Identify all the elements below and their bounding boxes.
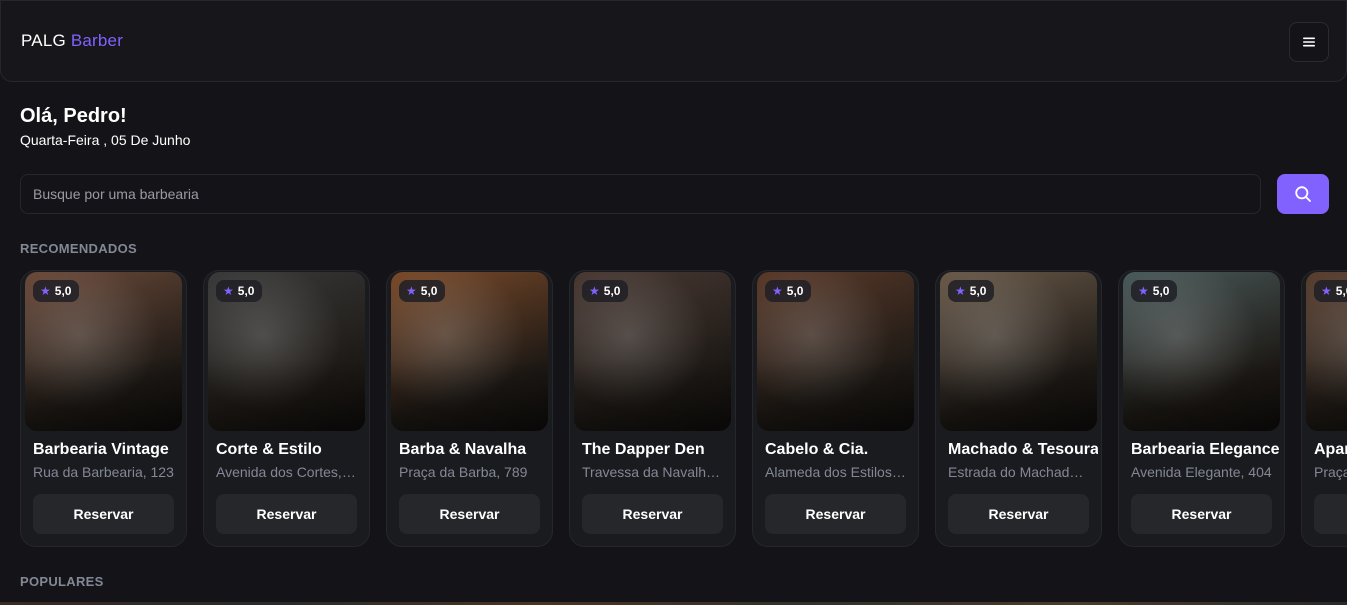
barbershop-card[interactable]: ★ 5,0 Barba & Navalha Praça da Barba, 789 Re… — [386, 270, 553, 547]
barbershop-address: Praça da Barba, 789 — [399, 464, 528, 480]
search-icon — [1295, 186, 1311, 202]
app-logo[interactable]: PALG Barber — [21, 31, 123, 51]
star-icon: ★ — [1138, 284, 1149, 298]
logo-main-text: PALG — [21, 31, 66, 50]
barbershop-photo: ★5,0 — [208, 272, 365, 431]
star-icon: ★ — [223, 284, 234, 298]
rating-badge: ★5,0 — [765, 280, 812, 302]
barbershop-address: Alameda dos Estilos, 202 — [765, 464, 908, 480]
menu-icon — [1303, 37, 1315, 47]
rating-badge: ★5,0 — [948, 280, 995, 302]
rating-badge: ★5,0 — [1131, 280, 1178, 302]
star-icon: ★ — [1321, 284, 1332, 298]
barbershop-card[interactable]: ★ 5,0 Cabelo & Cia. Alameda dos Estilos, 20… — [752, 270, 919, 547]
rating-value: 5,0 — [603, 284, 621, 298]
barbershop-photo: ★5,0 — [1306, 272, 1347, 431]
star-icon: ★ — [955, 284, 966, 298]
greeting-title: Olá, Pedro! — [20, 105, 127, 127]
barbershop-photo: ★5,0 — [391, 272, 548, 431]
barbershop-photo: ★5,0 — [574, 272, 731, 431]
recommended-carousel[interactable]: ★ 5,0 Barbearia Vintage Rua da Barbearia, 1… — [20, 270, 1347, 548]
barbershop-name: Machado & Tesoura — [948, 441, 1098, 458]
search-input[interactable] — [20, 174, 1261, 214]
barbershop-name: Cabelo & Cia. — [765, 441, 869, 458]
rating-badge: ★5,0 — [33, 280, 80, 302]
star-icon: ★ — [40, 284, 51, 298]
reserve-button[interactable]: Reservar — [582, 494, 723, 534]
rating-value: 5,0 — [420, 284, 438, 298]
search-button[interactable] — [1277, 174, 1329, 214]
barbershop-card[interactable]: ★5,0 The Dapper Den Travessa da Navalha, 1… — [569, 270, 736, 547]
recommended-section-title: RECOMENDADOS — [20, 241, 137, 256]
rating-value: 5,0 — [1152, 284, 1170, 298]
barbershop-card[interactable]: ★ 5,0 Barbearia Vintage Rua da Barbearia, 1… — [20, 270, 187, 547]
reserve-button[interactable]: Reservar — [33, 494, 174, 534]
barbershop-name: Barbearia Elegance — [1131, 441, 1280, 458]
barbershop-name: Barbearia Vintage — [33, 441, 169, 458]
star-icon: ★ — [589, 284, 600, 298]
barbershop-name: Barba & Navalha — [399, 441, 527, 458]
barbershop-photo: ★5,0 — [1123, 272, 1280, 431]
rating-badge: ★5,0 — [399, 280, 446, 302]
barbershop-name: Aparência Impecável — [1314, 441, 1347, 458]
reserve-button[interactable]: Reservar — [1314, 494, 1347, 534]
barbershop-photo: ★5,0 — [940, 272, 1097, 431]
barbershop-address: Estrada do Machado, 303 — [948, 464, 1091, 480]
popular-section-title: POPULARES — [20, 574, 104, 589]
barbershop-card[interactable]: ★5,0 Aparência Impecável Praça da Aparênci… — [1301, 270, 1347, 547]
top-header: PALG Barber — [0, 0, 1347, 82]
barbershop-address: Praça da Aparência, 505 — [1314, 464, 1347, 480]
barbershop-card[interactable]: ★ 5,0 Corte & Estilo Avenida dos Cortes, 45… — [203, 270, 370, 547]
menu-button[interactable] — [1289, 22, 1329, 62]
reserve-button[interactable]: Reservar — [216, 494, 357, 534]
rating-value: 5,0 — [969, 284, 987, 298]
barbershop-name: The Dapper Den — [582, 441, 705, 458]
rating-value: 5,0 — [237, 284, 255, 298]
logo-accent-text: Barber — [70, 31, 124, 50]
star-icon: ★ — [406, 284, 417, 298]
rating-value: 5,0 — [1335, 284, 1347, 298]
barbershop-address: Avenida Elegante, 404 — [1131, 464, 1272, 480]
barbershop-photo: ★5,0 — [757, 272, 914, 431]
rating-value: 5,0 — [786, 284, 804, 298]
barbershop-photo: ★5,0 — [25, 272, 182, 431]
rating-badge: ★5,0 — [1314, 280, 1347, 302]
rating-badge: ★5,0 — [582, 280, 629, 302]
rating-value: 5,0 — [54, 284, 72, 298]
barbershop-address: Travessa da Navalha, 101 — [582, 464, 725, 480]
reserve-button[interactable]: Reservar — [948, 494, 1089, 534]
barbershop-address: Avenida dos Cortes, 456 — [216, 464, 359, 480]
barbershop-card[interactable]: ★ 5,0 Barbearia Elegance Avenida Elegante, … — [1118, 270, 1285, 547]
reserve-button[interactable]: Reservar — [1131, 494, 1272, 534]
barbershop-card[interactable]: ★ 5,0 Machado & Tesoura Estrada do Machado,… — [935, 270, 1102, 547]
reserve-button[interactable]: Reservar — [765, 494, 906, 534]
rating-badge: ★5,0 — [216, 280, 263, 302]
barbershop-name: Corte & Estilo — [216, 441, 322, 458]
star-icon: ★ — [772, 284, 783, 298]
current-date: Quarta-Feira , 05 De Junho — [20, 132, 191, 148]
reserve-button[interactable]: Reservar — [399, 494, 540, 534]
barbershop-address: Rua da Barbearia, 123 — [33, 464, 174, 480]
